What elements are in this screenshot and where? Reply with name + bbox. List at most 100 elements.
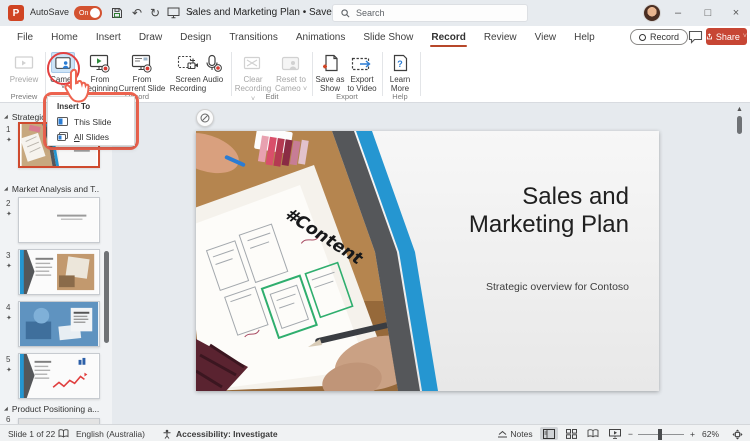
present-from-beginning-icon[interactable] (164, 4, 182, 22)
slide-number: 2 (6, 199, 10, 208)
chevron-down-icon: ˅ (303, 86, 307, 93)
zoom-out-button[interactable]: − (628, 429, 633, 439)
reading-view-button[interactable] (584, 427, 602, 440)
tab-review[interactable]: Review (475, 26, 526, 48)
slide-editor[interactable]: #Content (196, 131, 659, 391)
maximize-button[interactable]: □ (694, 0, 722, 26)
screen-recording-label-2: Recording (170, 84, 206, 93)
minimize-icon: – (675, 7, 681, 19)
animation-star-icon: ✦ (6, 210, 12, 218)
powerpoint-app-icon: P (8, 5, 24, 21)
slideshow-view-button[interactable] (606, 427, 624, 440)
slide-title[interactable]: Sales and Marketing Plan (369, 183, 629, 239)
slide-thumbnail-3[interactable] (18, 249, 100, 295)
save-as-show-label-1: Save as (316, 75, 345, 84)
canvas-scroll-up-icon[interactable]: ▲ (736, 106, 743, 113)
section-header-market-analysis[interactable]: ◢ Market Analysis and T.. (4, 184, 99, 194)
menu-item-this-slide[interactable]: This Slide (48, 114, 134, 129)
chevron-down-icon: ˅ (743, 33, 747, 40)
slide-thumbnail-4[interactable] (18, 301, 100, 347)
zoom-slider-thumb[interactable] (658, 429, 662, 440)
tab-draw[interactable]: Draw (130, 26, 171, 48)
export-to-video-label-1: Export (350, 75, 373, 84)
slide-counter: Slide 1 of 22 (8, 429, 55, 439)
this-slide-icon (57, 117, 68, 126)
tab-animations[interactable]: Animations (287, 26, 354, 48)
slide-thumbnail-5[interactable] (18, 353, 100, 399)
animation-star-icon: ✦ (6, 262, 12, 270)
search-input[interactable]: Search (332, 4, 528, 22)
autosave-toggle[interactable]: On (74, 6, 102, 20)
save-icon[interactable] (108, 4, 126, 22)
tab-home[interactable]: Home (42, 26, 87, 48)
close-button[interactable]: × (722, 0, 750, 26)
tab-design[interactable]: Design (171, 26, 220, 48)
undo-button[interactable]: ↶ (128, 4, 146, 22)
audio-button[interactable]: Audio (196, 52, 230, 84)
reset-to-cameo-label-1: Reset to (276, 75, 306, 84)
minimize-button[interactable]: – (664, 0, 692, 26)
export-to-video-button[interactable]: Export to Video (344, 52, 380, 94)
share-icon (706, 32, 713, 41)
record-button-label: Record (650, 32, 679, 42)
from-beginning-label-1: From (91, 75, 110, 84)
reset-to-cameo-label-2: Cameo (275, 84, 301, 93)
normal-view-button[interactable] (540, 427, 558, 440)
tab-view[interactable]: View (526, 26, 566, 48)
ink-replay-button[interactable] (196, 109, 214, 127)
section-header-product-positioning[interactable]: ◢ Product Positioning a... (4, 404, 99, 414)
zoom-in-button[interactable]: + (690, 429, 695, 439)
redo-icon: ↻ (150, 6, 160, 20)
learn-more-button[interactable]: ? Learn More (384, 52, 416, 94)
close-icon: × (733, 7, 739, 19)
audio-label: Audio (203, 75, 223, 84)
record-button[interactable]: Record (630, 29, 688, 45)
section-collapse-icon: ◢ (4, 186, 8, 192)
reset-to-cameo-button[interactable]: Reset to Cameo ˅ (272, 52, 310, 94)
sidebar-scrollbar[interactable] (104, 251, 109, 343)
tab-record[interactable]: Record (422, 26, 474, 48)
spell-check-icon[interactable] (58, 429, 69, 440)
share-button-label: Share (716, 32, 740, 42)
slide-subtitle[interactable]: Strategic overview for Contoso (389, 281, 629, 293)
group-label-help: Help (392, 92, 407, 101)
slide-title-line1: Sales and (369, 183, 629, 211)
learn-more-icon: ? (388, 52, 412, 73)
slide-photo-collage: #Content (196, 131, 659, 391)
document-title-text: Sales and Marketing Plan • Saved (186, 7, 337, 18)
search-placeholder: Search (356, 8, 385, 18)
slide-sorter-view-button[interactable] (562, 427, 580, 440)
slide-title-line2: Marketing Plan (369, 211, 629, 239)
tab-file[interactable]: File (8, 26, 42, 48)
notes-button[interactable]: Notes (497, 429, 533, 439)
fit-slide-to-window-button[interactable] (732, 429, 743, 441)
undo-icon: ↶ (132, 6, 142, 20)
preview-icon (12, 52, 36, 73)
all-slides-icon (57, 132, 68, 141)
slide-number: 6 (6, 415, 10, 424)
canvas-scrollbar[interactable] (737, 116, 742, 134)
redo-button[interactable]: ↻ (146, 4, 164, 22)
autosave-label: AutoSave (30, 7, 69, 17)
tab-help[interactable]: Help (565, 26, 604, 48)
reset-to-cameo-icon (279, 52, 303, 73)
tab-insert[interactable]: Insert (87, 26, 130, 48)
user-avatar[interactable] (643, 4, 661, 22)
language-status[interactable]: English (Australia) (76, 429, 145, 439)
animation-star-icon: ✦ (6, 136, 12, 144)
comments-button[interactable] (688, 30, 703, 44)
tab-slide-show[interactable]: Slide Show (354, 26, 422, 48)
menu-item-all-slides[interactable]: All Slides (48, 129, 134, 144)
save-as-show-button[interactable]: Save as Show (314, 52, 346, 94)
toggle-knob (90, 8, 100, 18)
accessibility-status[interactable]: Accessibility: Investigate (176, 429, 278, 439)
slide-number: 1 (6, 125, 10, 134)
tab-transitions[interactable]: Transitions (220, 26, 287, 48)
zoom-level[interactable]: 62% (702, 429, 719, 439)
document-title[interactable]: Sales and Marketing Plan • Saved ˅ (186, 7, 344, 18)
slide-thumbnail-2[interactable] (18, 197, 100, 243)
preview-button[interactable]: Preview (6, 52, 42, 84)
learn-more-label-1: Learn (390, 75, 410, 84)
share-button[interactable]: Share ˅ (706, 28, 747, 45)
record-from-current-slide-button[interactable]: From Current Slide (118, 52, 166, 94)
